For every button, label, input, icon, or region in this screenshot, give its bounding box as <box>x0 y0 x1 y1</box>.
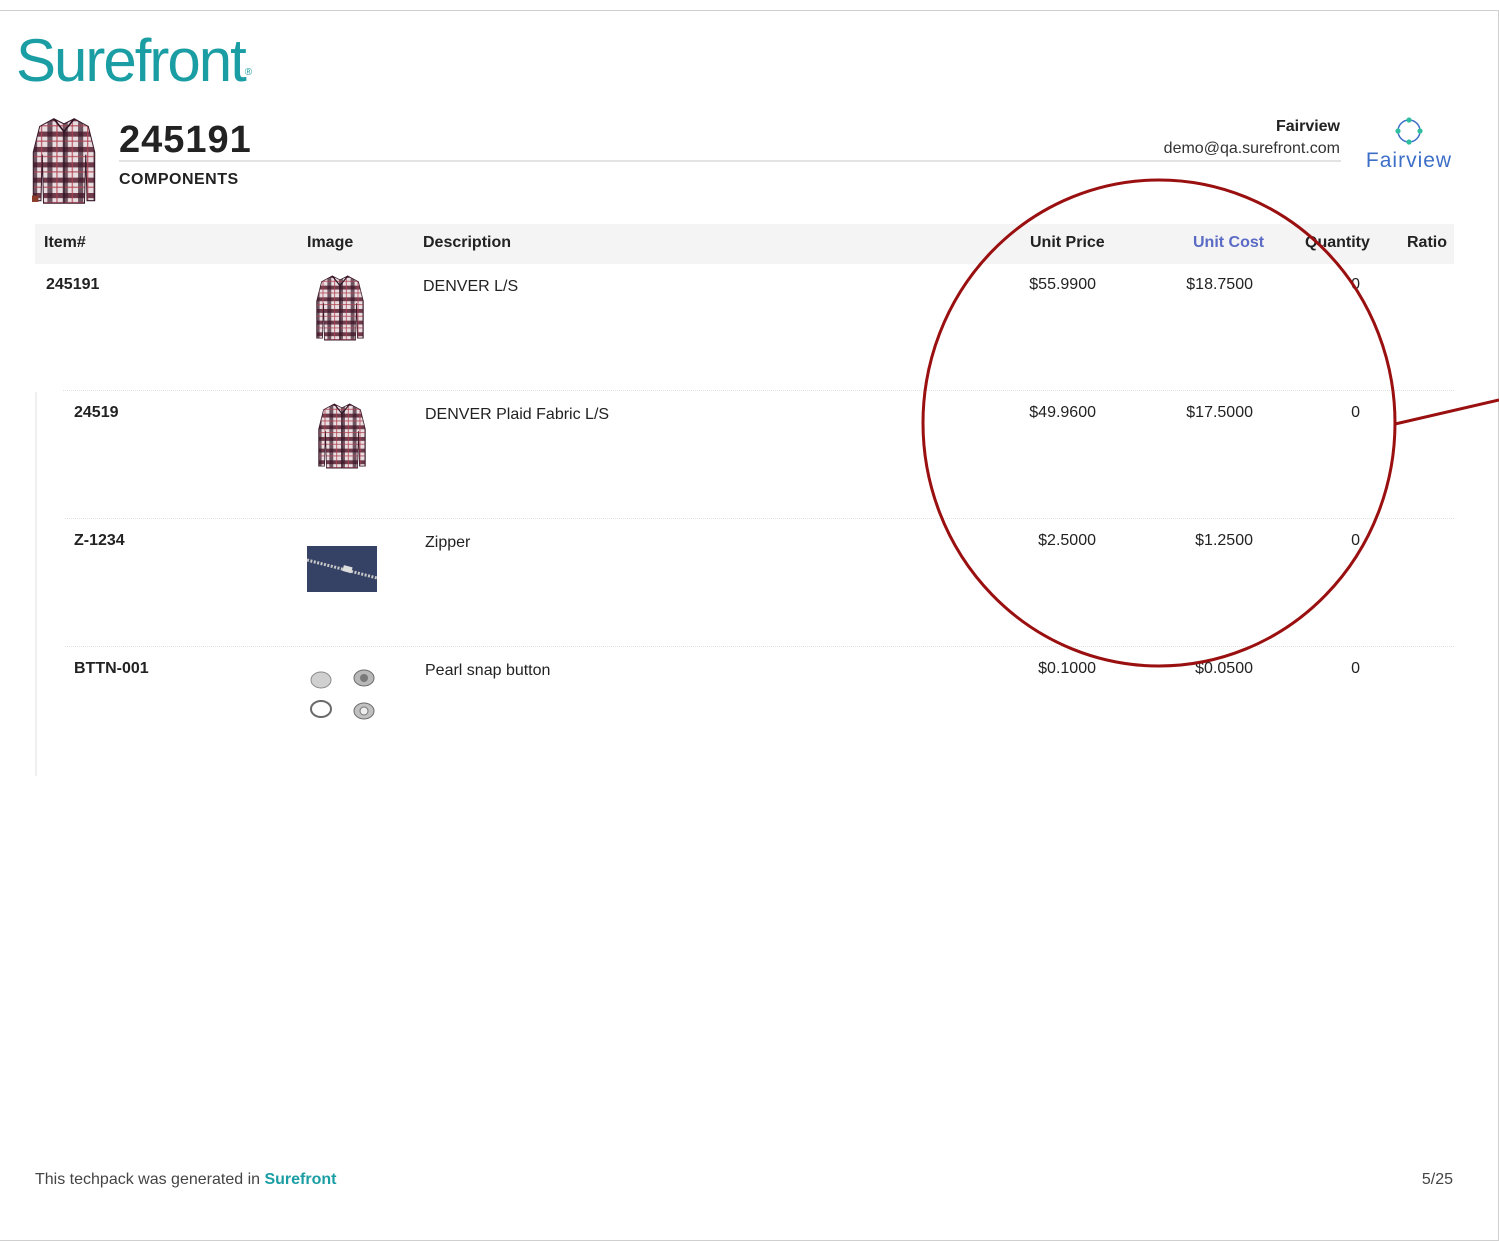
item-description: DENVER Plaid Fabric L/S <box>425 406 610 423</box>
shirt-image <box>315 274 365 342</box>
col-description: Description <box>423 234 512 251</box>
table-row: Z-1234 Zipper $2.5000 $1.2500 0 <box>35 520 1454 648</box>
item-number: Z-1234 <box>74 532 125 549</box>
zipper-image <box>307 546 377 592</box>
shirt-image <box>317 402 367 470</box>
buttons-image <box>310 669 375 720</box>
components-table: Item# Image Description Unit Price Unit … <box>35 224 1454 776</box>
row-divider <box>65 646 1454 647</box>
unit-cost: $17.5000 <box>1186 404 1253 421</box>
product-thumbnail <box>32 116 96 206</box>
item-description: DENVER L/S <box>423 278 519 295</box>
page-number: 5/25 <box>1421 1171 1453 1188</box>
style-number: 245191 <box>119 119 252 161</box>
table-header: Item# Image Description Unit Price Unit … <box>35 224 1454 264</box>
surefront-logo: Surefront® <box>16 27 253 94</box>
unit-cost: $0.0500 <box>1195 660 1253 677</box>
item-number: 24519 <box>74 404 119 421</box>
quantity: 0 <box>1351 532 1360 549</box>
quantity: 0 <box>1351 660 1360 677</box>
table-row: 24519 DENVER Plaid Fabric L/S $49.9600 $… <box>35 392 1454 520</box>
unit-price: $49.9600 <box>1029 404 1096 421</box>
item-number: BTTN-001 <box>74 660 149 677</box>
item-image <box>307 530 377 600</box>
item-number: 245191 <box>46 276 100 293</box>
table-row: 245191 DENVER L/S $55.9900 $18.7500 0 <box>35 264 1454 392</box>
quantity: 0 <box>1351 276 1360 293</box>
row-divider <box>65 518 1454 519</box>
unit-cost: $18.7500 <box>1186 276 1253 293</box>
col-quantity: Quantity <box>1305 234 1370 251</box>
company-name: Fairview <box>1275 118 1340 135</box>
col-ratio: Ratio <box>1407 234 1447 251</box>
table-row: BTTN-001 Pearl snap button $0.1000 $0.05… <box>35 648 1454 776</box>
techpack-page: Surefront® 245191 COMPONENTS Fairview de… <box>0 10 1499 1241</box>
quantity: 0 <box>1351 404 1360 421</box>
col-item: Item# <box>44 234 86 251</box>
section-title: COMPONENTS <box>119 171 239 188</box>
fairview-logo-text: Fairview <box>1365 149 1453 172</box>
unit-cost: $1.2500 <box>1195 532 1253 549</box>
unit-price: $55.9900 <box>1029 276 1096 293</box>
header-divider <box>119 160 1341 162</box>
item-image <box>305 274 375 344</box>
item-description: Zipper <box>425 534 471 551</box>
footer-brand: Surefront <box>264 1171 337 1188</box>
item-image <box>307 658 377 728</box>
col-unit-price: Unit Price <box>1030 234 1105 251</box>
col-unit-cost: Unit Cost <box>1193 234 1265 251</box>
row-divider <box>63 390 1454 391</box>
col-image: Image <box>307 234 354 251</box>
item-image <box>307 402 377 472</box>
fairview-logo: Fairview <box>1364 115 1454 175</box>
fairview-logo-icon <box>1395 117 1423 145</box>
company-email: demo@qa.surefront.com <box>1163 140 1340 157</box>
unit-price: $2.5000 <box>1038 532 1096 549</box>
unit-price: $0.1000 <box>1038 660 1096 677</box>
footer-note: This techpack was generated in Surefront <box>35 1171 337 1188</box>
item-description: Pearl snap button <box>425 662 551 679</box>
